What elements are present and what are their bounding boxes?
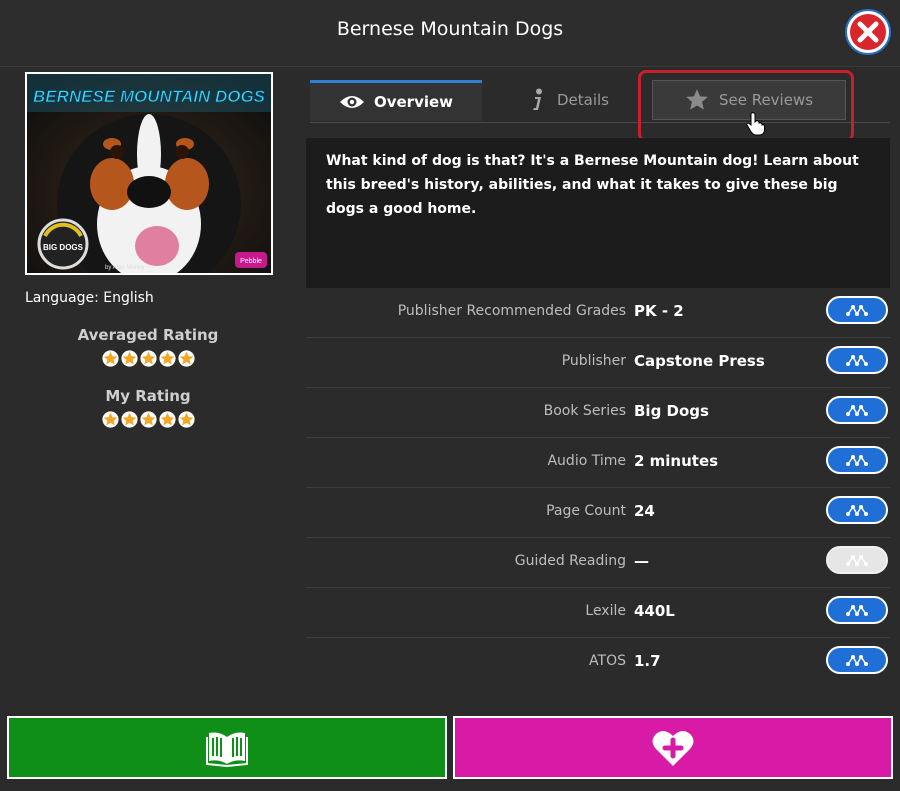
detail-label: Page Count bbox=[546, 503, 626, 519]
network-icon bbox=[846, 555, 868, 566]
eye-icon bbox=[339, 96, 364, 108]
cover-badge: BIG DOGS bbox=[43, 243, 84, 252]
network-icon bbox=[846, 655, 868, 666]
detail-value: 1.7 bbox=[634, 652, 661, 670]
info-icon bbox=[532, 88, 542, 110]
related-books-button[interactable] bbox=[826, 346, 888, 374]
tab-details-label: Details bbox=[556, 91, 609, 109]
network-icon bbox=[846, 405, 868, 416]
star-icon[interactable] bbox=[101, 411, 119, 428]
tab-see-reviews-label: See Reviews bbox=[718, 91, 814, 109]
tab-overview-label: Overview bbox=[373, 93, 454, 111]
book-info-panel: BERNESE MOUNTAIN DOGS BIG DOGS by Alan M… bbox=[25, 72, 273, 432]
dialog-title: Bernese Mountain Dogs bbox=[336, 18, 564, 40]
detail-row: Publisher Recommended Grades PK - 2 bbox=[306, 288, 890, 338]
detail-value: Big Dogs bbox=[634, 402, 709, 420]
detail-label: Lexile bbox=[585, 603, 626, 619]
detail-row: Lexile 440L bbox=[306, 588, 890, 638]
detail-row: Guided Reading — bbox=[306, 538, 890, 588]
network-icon bbox=[846, 605, 868, 616]
detail-label: Audio Time bbox=[547, 453, 626, 469]
star-icon bbox=[158, 350, 176, 367]
book-description: What kind of dog is that? It's a Bernese… bbox=[306, 138, 890, 288]
heart-plus-icon bbox=[652, 730, 694, 766]
open-book-icon bbox=[206, 732, 248, 767]
detail-value: 2 minutes bbox=[634, 452, 719, 470]
tab-overview[interactable]: Overview bbox=[310, 80, 482, 121]
read-book-button[interactable] bbox=[7, 716, 447, 779]
detail-value: PK - 2 bbox=[634, 302, 684, 320]
star-icon[interactable] bbox=[177, 411, 195, 428]
cover-title: BERNESE MOUNTAIN DOGS bbox=[33, 87, 266, 106]
tab-details[interactable]: Details bbox=[500, 80, 640, 120]
star-icon[interactable] bbox=[158, 411, 176, 428]
hand-cursor-icon bbox=[746, 112, 765, 136]
dialog-header: Bernese Mountain Dogs bbox=[0, 0, 900, 67]
detail-row: Audio Time 2 minutes bbox=[306, 438, 890, 488]
detail-label: Publisher Recommended Grades bbox=[397, 303, 626, 319]
detail-value: — bbox=[634, 552, 649, 570]
detail-value: 440L bbox=[634, 602, 675, 620]
star-icon bbox=[139, 350, 157, 367]
averaged-rating-stars bbox=[25, 350, 271, 371]
cover-publisher-logo: Pebble bbox=[240, 258, 262, 265]
related-books-button[interactable] bbox=[826, 596, 888, 624]
detail-value: Capstone Press bbox=[634, 352, 765, 370]
close-icon bbox=[845, 9, 891, 55]
action-bar bbox=[0, 708, 900, 791]
network-icon bbox=[846, 455, 868, 466]
detail-row: Page Count 24 bbox=[306, 488, 890, 538]
star-icon bbox=[101, 350, 119, 367]
detail-row: Book Series Big Dogs bbox=[306, 388, 890, 438]
related-books-button[interactable] bbox=[826, 446, 888, 474]
detail-row: Publisher Capstone Press bbox=[306, 338, 890, 388]
my-rating-label: My Rating bbox=[105, 387, 191, 405]
star-icon[interactable] bbox=[120, 411, 138, 428]
cover-author: by Alan Morley bbox=[105, 265, 144, 271]
add-favorite-button[interactable] bbox=[453, 716, 893, 779]
tab-bar: Overview Details See Reviews bbox=[310, 80, 890, 123]
related-books-button[interactable] bbox=[826, 496, 888, 524]
network-icon bbox=[846, 355, 868, 366]
book-language: Language: English bbox=[25, 290, 154, 306]
details-list: Publisher Recommended Grades PK - 2 Publ… bbox=[306, 288, 890, 687]
detail-row: ATOS 1.7 bbox=[306, 638, 890, 687]
star-icon bbox=[686, 89, 708, 110]
cover-image: BERNESE MOUNTAIN DOGS BIG DOGS by Alan M… bbox=[27, 74, 271, 273]
network-icon bbox=[846, 505, 868, 516]
detail-label: Guided Reading bbox=[514, 553, 626, 569]
star-icon bbox=[120, 350, 138, 367]
related-books-button bbox=[826, 546, 888, 574]
detail-label: Publisher bbox=[561, 353, 626, 369]
book-cover: BERNESE MOUNTAIN DOGS BIG DOGS by Alan M… bbox=[25, 72, 273, 275]
related-books-button[interactable] bbox=[826, 296, 888, 324]
related-books-button[interactable] bbox=[826, 396, 888, 424]
network-icon bbox=[846, 305, 868, 316]
detail-value: 24 bbox=[634, 502, 655, 520]
detail-label: ATOS bbox=[589, 653, 626, 669]
star-icon bbox=[177, 350, 195, 367]
my-rating-stars[interactable] bbox=[25, 411, 271, 432]
close-button[interactable] bbox=[844, 8, 892, 56]
related-books-button[interactable] bbox=[826, 646, 888, 674]
detail-label: Book Series bbox=[543, 403, 626, 419]
star-icon[interactable] bbox=[139, 411, 157, 428]
averaged-rating-label: Averaged Rating bbox=[77, 326, 219, 344]
